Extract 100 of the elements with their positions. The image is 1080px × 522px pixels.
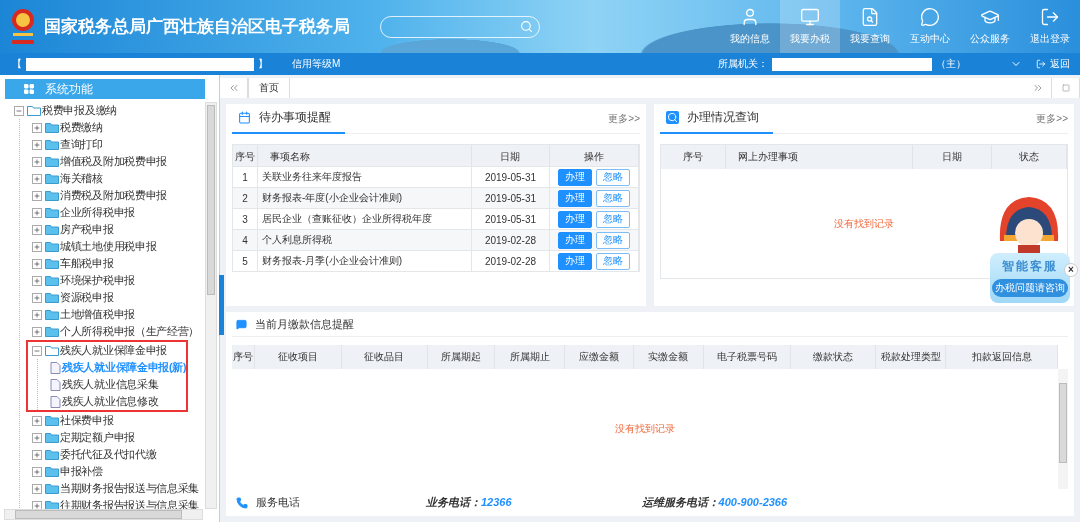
column-header: 实缴金额 (634, 345, 704, 370)
expand-toggle[interactable] (32, 292, 42, 303)
column-header: 序号 (661, 145, 726, 169)
document-icon (50, 395, 61, 408)
column-header: 所属期起 (427, 345, 496, 370)
expand-toggle[interactable] (32, 275, 42, 286)
folder-icon (45, 207, 59, 218)
scrollbar[interactable] (1058, 369, 1068, 490)
column-header: 应缴金额 (565, 345, 635, 370)
expand-toggle[interactable] (32, 156, 42, 167)
tree-item[interactable]: 资源税申报 (60, 290, 114, 305)
chat-icon (920, 7, 940, 27)
table-cell: 2 (233, 187, 258, 208)
tree-item[interactable]: 土地增值税申报 (60, 307, 135, 322)
expand-toggle[interactable] (32, 241, 42, 252)
tree-item[interactable]: 房产税申报 (60, 222, 114, 237)
open-folder-icon (45, 345, 59, 356)
folder-icon (45, 224, 59, 235)
expand-toggle[interactable] (32, 258, 42, 269)
expand-toggle[interactable] (32, 432, 42, 443)
expand-toggle[interactable] (32, 449, 42, 460)
maximize-icon[interactable] (1061, 84, 1070, 92)
folder-icon (45, 241, 59, 252)
expand-toggle[interactable] (32, 415, 42, 426)
column-header: 税款处理类型 (876, 345, 947, 370)
expand-toggle[interactable] (32, 173, 42, 184)
more-link[interactable]: 更多>> (1036, 111, 1068, 126)
tree-item[interactable]: 车船税申报 (60, 256, 114, 271)
tree-item[interactable]: 查询打印 (60, 137, 103, 152)
expand-toggle[interactable] (32, 483, 42, 494)
expand-toggle[interactable] (32, 309, 42, 320)
tree-item[interactable]: 定期定额户申报 (60, 430, 135, 445)
folder-icon (45, 190, 59, 201)
search-icon (520, 20, 533, 33)
tree-item[interactable]: 当期财务报告报送与信息采集 (60, 481, 200, 496)
table-cell: 居民企业（查账征收）企业所得税年度 (258, 208, 472, 229)
folder-icon (45, 275, 59, 286)
tree-item[interactable]: 城镇土地使用税申报 (60, 239, 157, 254)
document-search-icon (860, 7, 880, 27)
expand-toggle[interactable] (32, 224, 42, 235)
chat-icon (236, 318, 247, 330)
panel-title: 待办事项提醒 (259, 109, 331, 126)
tree-item[interactable]: 委托代征及代扣代缴 (60, 447, 157, 462)
folder-icon (45, 122, 59, 133)
monitor-icon (800, 7, 820, 27)
empty-message: 没有找到记录 (615, 422, 675, 437)
column-header: 缴款状态 (790, 345, 877, 370)
column-header: 状态 (992, 145, 1067, 169)
tree-item[interactable]: 残疾人就业信息修改 (62, 394, 159, 409)
table-cell: 2019-02-28 (471, 250, 551, 271)
tree-item[interactable]: 社保费申报 (60, 413, 114, 428)
bracket: 】 (258, 57, 268, 71)
more-link[interactable]: 更多>> (608, 111, 640, 126)
phone-icon (236, 496, 248, 509)
scrollbar[interactable] (4, 509, 203, 520)
scroll-right-icon[interactable] (1031, 82, 1044, 94)
table-cell: 3 (233, 208, 258, 229)
table-cell: 关联业务往来年度报告 (258, 166, 472, 187)
tree-item[interactable]: 海关稽核 (60, 171, 103, 186)
document-icon (50, 361, 61, 374)
tree-item[interactable]: 残疾人就业信息采集 (62, 377, 159, 392)
table-cell: 个人利息所得税 (258, 229, 472, 250)
office-label: 所属机关： (718, 57, 768, 71)
expand-toggle[interactable] (32, 326, 42, 337)
back-link[interactable]: 返回 (1050, 57, 1070, 71)
expand-toggle[interactable] (32, 466, 42, 477)
assistant-title: 智能客服 (1002, 258, 1058, 275)
collapse-handle[interactable] (219, 275, 224, 335)
collapse-toggle[interactable] (14, 105, 24, 116)
tree-item[interactable]: 增值税及附加税费申报 (60, 154, 167, 169)
folder-icon (45, 415, 59, 426)
scrollbar[interactable] (205, 102, 217, 509)
table-cell: 5 (233, 250, 258, 271)
expand-toggle[interactable] (32, 190, 42, 201)
tree-item[interactable]: 税费申报及缴纳 (42, 103, 117, 118)
column-header: 操作 (550, 145, 639, 169)
credit-rating: 信用等级M (292, 57, 341, 71)
collapse-toggle[interactable] (32, 345, 42, 356)
tree-item[interactable]: 消费税及附加税费申报 (60, 188, 167, 203)
folder-icon (45, 483, 59, 494)
grid-icon (23, 83, 35, 95)
tree-item[interactable]: 残疾人就业保障金申报 (60, 343, 167, 358)
tree-item[interactable]: 个人所得税申报（生产经营） (60, 324, 200, 339)
table-cell: 2019-05-31 (471, 166, 551, 187)
column-header: 网上办理事项 (726, 145, 913, 169)
tree-item[interactable]: 申报补偿 (60, 464, 103, 479)
tree-item[interactable]: 企业所得税申报 (60, 205, 135, 220)
column-header: 所属期止 (495, 345, 566, 370)
expand-toggle[interactable] (32, 122, 42, 133)
folder-icon (45, 292, 59, 303)
close-button[interactable]: × (1064, 263, 1078, 277)
service-title: 服务电话 (256, 495, 301, 511)
panel-title: 当前月缴款信息提醒 (255, 316, 354, 332)
expand-toggle[interactable] (32, 207, 42, 218)
folder-icon (45, 156, 59, 167)
tree-item[interactable]: 环境保护税申报 (60, 273, 135, 288)
expand-toggle[interactable] (32, 139, 42, 150)
tree-item[interactable]: 税费缴纳 (60, 120, 103, 135)
tab[interactable]: 首页 (248, 78, 290, 98)
folder-icon (45, 173, 59, 184)
